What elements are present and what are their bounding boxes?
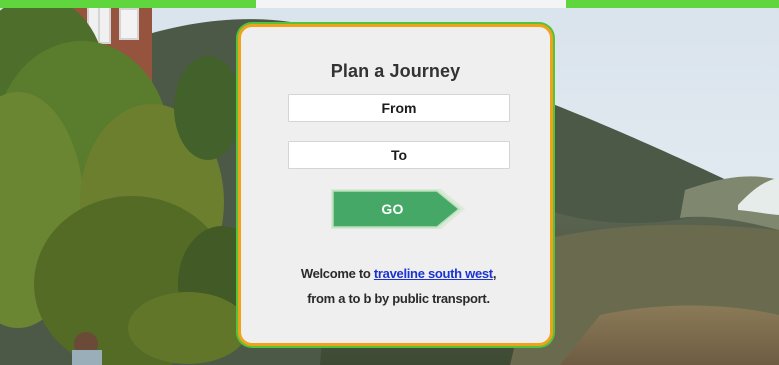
go-button-label: GO — [381, 201, 404, 217]
welcome-prefix: Welcome to — [300, 266, 374, 281]
welcome-line-2: from a to b by public transport. — [307, 291, 490, 306]
top-accent-notch — [256, 0, 566, 8]
welcome-text: Welcome to traveline south west, from a … — [259, 261, 538, 311]
to-field[interactable]: To — [288, 141, 510, 169]
go-button[interactable]: GO — [329, 187, 467, 231]
panel-title: Plan a Journey — [330, 61, 461, 81]
traveline-link[interactable]: traveline south west — [374, 266, 493, 281]
journey-planner-page: Plan a Journey From To GO Welcome to tra… — [0, 0, 779, 365]
journey-planner-panel: Plan a Journey From To GO Welcome to tra… — [238, 24, 553, 346]
welcome-suffix: , — [492, 266, 497, 281]
from-field[interactable]: From — [288, 94, 510, 122]
